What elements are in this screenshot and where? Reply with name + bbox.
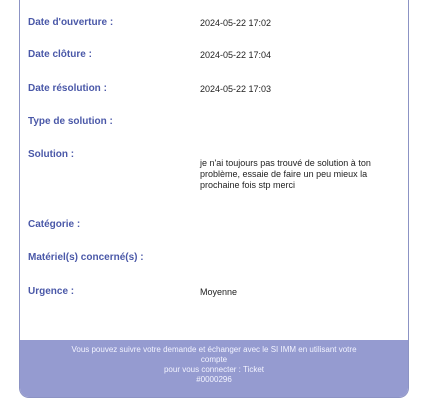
- field-value: je n'ai toujours pas trouvé de solution …: [200, 158, 371, 190]
- field-value: 2024-05-22 17:02: [200, 18, 272, 28]
- field-label: Solution :: [28, 149, 75, 160]
- field-value: 2024-05-22 17:03: [200, 84, 272, 94]
- field-label: Catégorie :: [28, 219, 81, 230]
- ticket-card: Date d'ouverture : 2024-05-22 17:02 Date…: [19, 0, 409, 398]
- ticket-details: Date d'ouverture : 2024-05-22 17:02 Date…: [20, 0, 408, 332]
- field-value: Moyenne: [200, 287, 238, 297]
- field-label: Matériel(s) concerné(s) :: [28, 252, 144, 263]
- footer-line: Vous pouvez suivre votre demande et écha…: [71, 345, 357, 354]
- field-label: Date résolution :: [28, 83, 107, 94]
- field-label: Type de solution :: [28, 116, 113, 127]
- field-label: Urgence :: [28, 286, 75, 297]
- field-label: Date clôture :: [28, 49, 92, 60]
- footer-line: compte: [200, 355, 228, 364]
- footer-line: pour vous connecter : Ticket: [163, 365, 265, 374]
- field-label: Date d'ouverture :: [28, 17, 114, 28]
- ticket-number: #0000296: [196, 375, 232, 384]
- footer-banner: Vous pouvez suivre votre demande et écha…: [20, 340, 408, 397]
- field-value: 2024-05-22 17:04: [200, 50, 272, 60]
